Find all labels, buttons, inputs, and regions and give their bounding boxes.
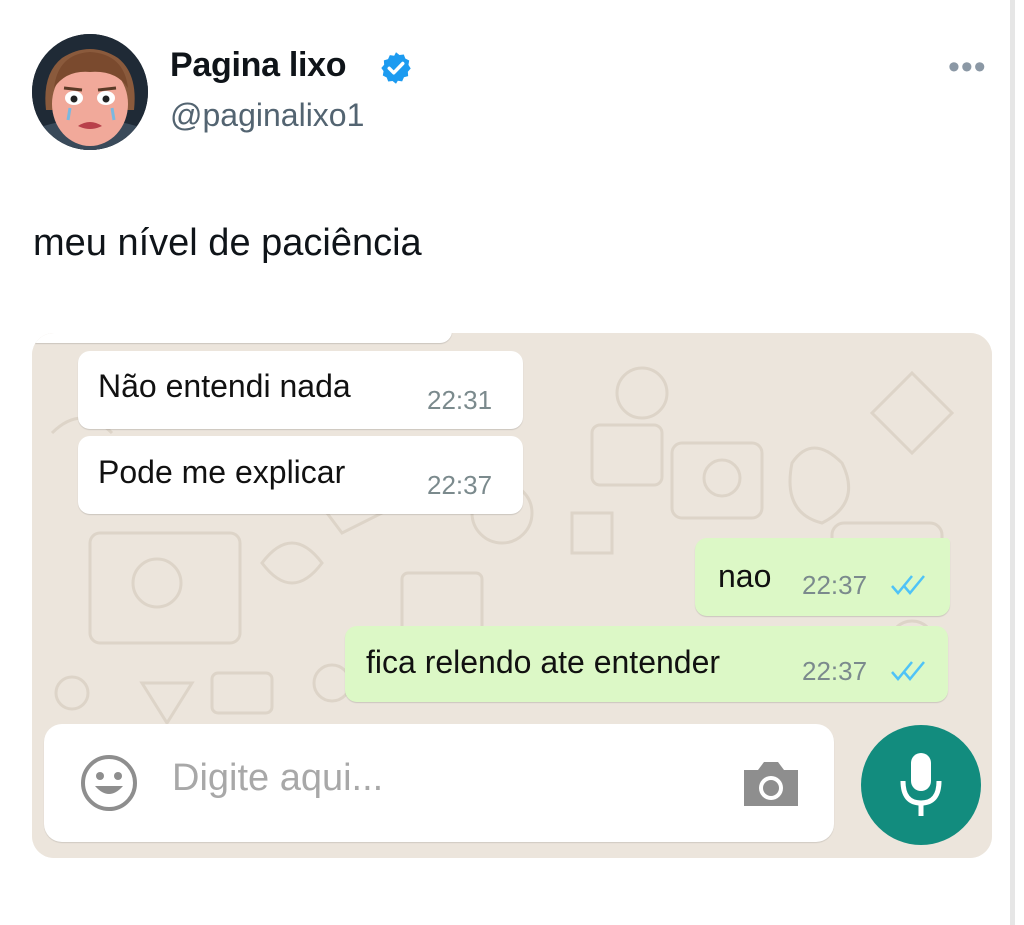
verified-badge-icon [381,52,411,84]
emoji-icon[interactable] [80,754,138,812]
message-bubble-outgoing[interactable]: nao 22:37 [695,538,950,616]
message-text: fica relendo ate entender [366,644,721,680]
tweet-text: meu nível de paciência [33,222,422,264]
message-input[interactable]: Digite aqui... [172,757,383,800]
previous-message-bubble [32,333,452,343]
message-bubble-incoming[interactable]: Não entendi nada 22:31 [78,351,523,429]
message-text: Não entendi nada [98,368,351,404]
message-time: 22:31 [427,385,493,415]
microphone-icon [900,753,942,816]
user-handle[interactable]: @paginalixo1 [170,97,364,134]
message-input-bar[interactable]: Digite aqui... [44,724,834,842]
page-edge [1010,0,1015,925]
message-text: nao [718,558,772,594]
message-time: 22:37 [427,470,493,500]
camera-icon[interactable] [740,758,802,810]
message-text: Pode me explicar [98,454,346,490]
more-options-icon[interactable]: ••• [948,50,987,84]
double-check-icon [891,575,925,595]
message-time: 22:37 [802,570,868,600]
double-check-icon [891,661,925,681]
avatar[interactable] [32,34,148,150]
display-name[interactable]: Pagina lixo [170,46,347,85]
message-bubble-outgoing[interactable]: fica relendo ate entender 22:37 [345,626,948,702]
message-bubble-incoming[interactable]: Pode me explicar 22:37 [78,436,523,514]
chat-screenshot: Não entendi nada 22:31 Pode me explicar … [32,333,992,858]
mic-button[interactable] [861,725,981,845]
message-time: 22:37 [802,656,868,686]
